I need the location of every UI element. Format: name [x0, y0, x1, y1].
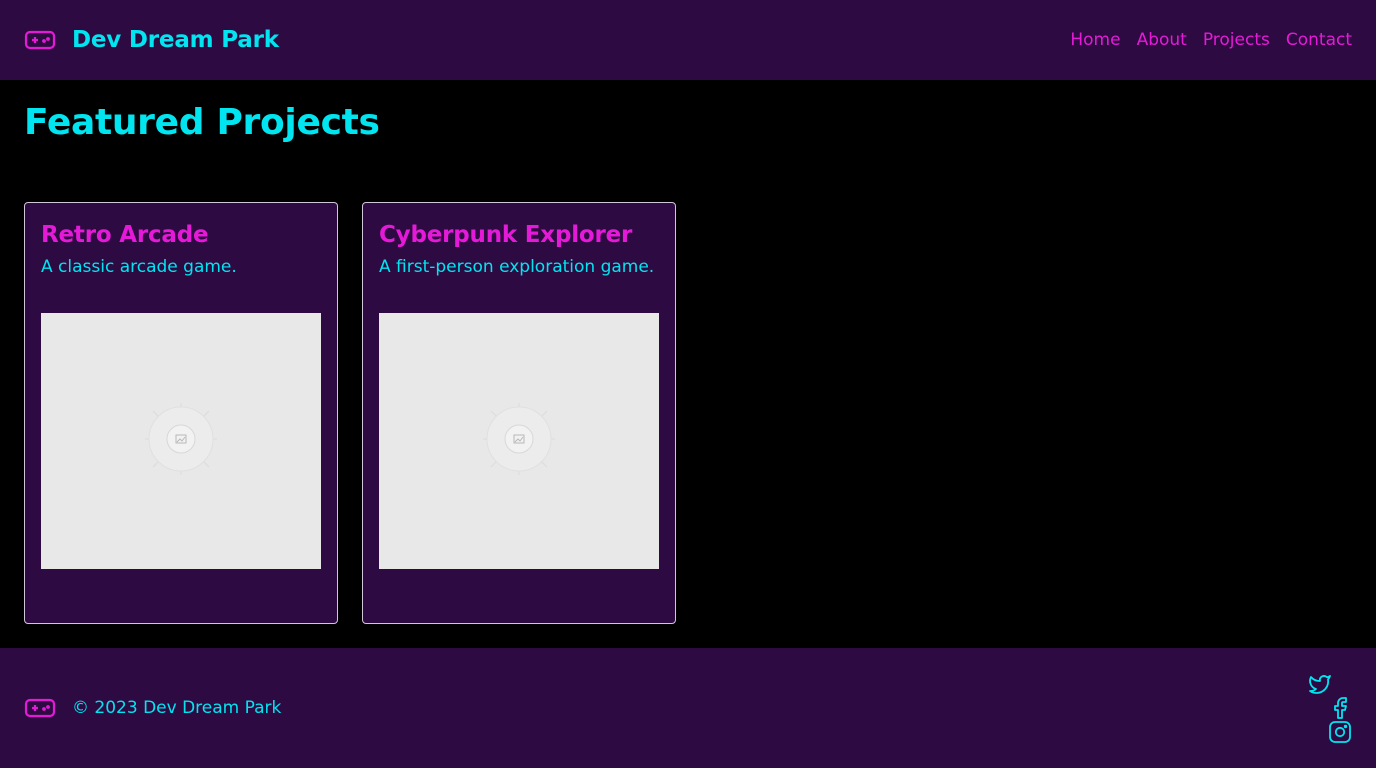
gamepad-icon: [24, 28, 56, 52]
project-title: Cyberpunk Explorer: [379, 222, 633, 248]
nav-projects-link[interactable]: Projects: [1203, 30, 1270, 50]
project-description: A classic arcade game.: [41, 257, 237, 277]
image-placeholder-icon: [141, 399, 221, 483]
facebook-icon[interactable]: [1328, 696, 1352, 720]
brand[interactable]: Dev Dream Park: [24, 27, 279, 53]
instagram-icon[interactable]: [1328, 720, 1352, 744]
main-content: Featured Projects Retro Arcade A classic…: [24, 80, 1352, 647]
nav-about-link[interactable]: About: [1137, 30, 1187, 50]
copyright-text: © 2023 Dev Dream Park: [72, 698, 282, 718]
project-image: [41, 313, 321, 569]
project-card[interactable]: Retro Arcade A classic arcade game.: [24, 202, 338, 624]
main-nav: Home About Projects Contact: [1070, 30, 1352, 50]
social-links: [1308, 672, 1352, 744]
project-list: Retro Arcade A classic arcade game. Cybe…: [24, 202, 676, 624]
twitter-icon[interactable]: [1308, 672, 1332, 696]
site-header: Dev Dream Park Home About Projects Conta…: [0, 0, 1376, 80]
site-footer: © 2023 Dev Dream Park: [0, 648, 1376, 768]
gamepad-icon: [24, 696, 56, 720]
nav-contact-link[interactable]: Contact: [1286, 30, 1352, 50]
brand-title: Dev Dream Park: [72, 27, 279, 53]
nav-home-link[interactable]: Home: [1070, 30, 1120, 50]
project-description: A first-person exploration game.: [379, 257, 655, 277]
project-image: [379, 313, 659, 569]
page-title: Featured Projects: [24, 102, 380, 143]
image-placeholder-icon: [479, 399, 559, 483]
project-card[interactable]: Cyberpunk Explorer A first-person explor…: [362, 202, 676, 624]
project-title: Retro Arcade: [41, 222, 209, 248]
